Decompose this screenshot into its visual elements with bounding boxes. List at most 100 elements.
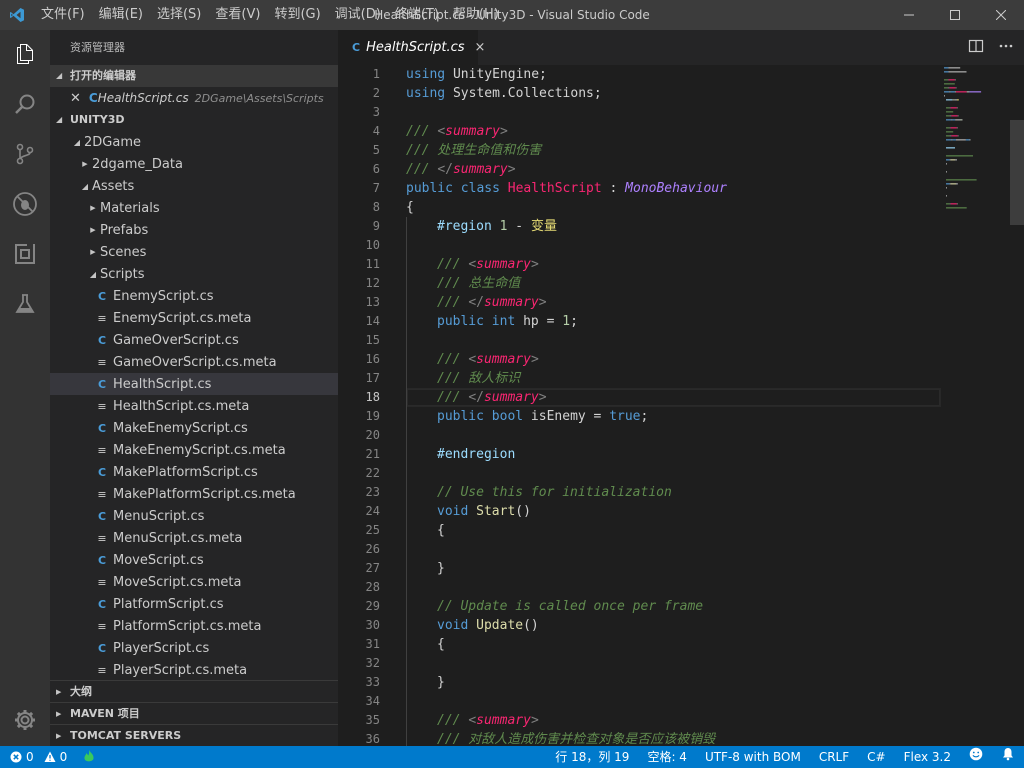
tree-file[interactable]: ≡ PlayerScript.cs.meta (50, 659, 338, 681)
indent-guide (406, 483, 407, 502)
minimap-line (946, 163, 947, 165)
menu-item-6[interactable]: 终端(T) (388, 0, 446, 30)
code-token: /// 处理生命值和伤害 (406, 143, 542, 158)
line-number: 26 (365, 542, 380, 556)
line-number: 4 (372, 124, 380, 138)
tree-item-label: Scenes (100, 244, 147, 260)
minimap[interactable] (942, 65, 1012, 215)
gear-icon[interactable] (0, 696, 50, 744)
line-number: 30 (365, 618, 380, 632)
tree-file[interactable]: ≡ MoveScript.cs.meta (50, 571, 338, 593)
notifications-bell-icon[interactable] (992, 746, 1024, 768)
cursor-position[interactable]: 行 18，列 19 (546, 746, 638, 768)
code-editor[interactable]: 1 2 3 4 5 6 7 8 9 10 11 12 13 14 15 16 17 18 19 20 21 22 23 24 2… (338, 65, 1024, 746)
code-area[interactable]: using UnityEngine; using System.Collectio… (406, 65, 942, 746)
tree-folder[interactable]: ▶ 2dgame_Data (50, 153, 338, 175)
code-line: /// </summary> (437, 293, 547, 312)
tree-file[interactable]: C MakePlatformScript.cs (50, 461, 338, 483)
tree-file[interactable]: ≡ GameOverScript.cs.meta (50, 351, 338, 373)
maximize-button[interactable] (932, 0, 978, 30)
collapsed-section-header[interactable]: ▶ TOMCAT SERVERS (50, 724, 338, 746)
source-control-icon[interactable] (0, 130, 50, 178)
indent-guide (406, 464, 407, 483)
workspace-header[interactable]: ◢ UNITY3D (50, 109, 338, 131)
tree-file[interactable]: C PlatformScript.cs (50, 593, 338, 615)
menu-item-3[interactable]: 查看(V) (208, 0, 267, 30)
indent-guide (406, 692, 407, 711)
tree-folder[interactable]: ◢ 2DGame (50, 131, 338, 153)
code-token: < (468, 713, 477, 728)
line-number: 34 (365, 694, 380, 708)
language-mode[interactable]: C# (858, 746, 894, 768)
tree-file[interactable]: ≡ HealthScript.cs.meta (50, 395, 338, 417)
minimap-line (946, 183, 950, 185)
problems-indicator[interactable]: 0 0 (10, 750, 67, 764)
close-window-button[interactable] (978, 0, 1024, 30)
menu-item-1[interactable]: 编辑(E) (92, 0, 150, 30)
tree-file[interactable]: ≡ MenuScript.cs.meta (50, 527, 338, 549)
tree-file[interactable]: ≡ MakeEnemyScript.cs.meta (50, 439, 338, 461)
tree-folder[interactable]: ▶ Prefabs (50, 219, 338, 241)
tree-file[interactable]: C PlayerScript.cs (50, 637, 338, 659)
flame-icon[interactable] (83, 749, 95, 766)
code-token: < (437, 124, 446, 139)
menu-item-7[interactable]: 帮助(H) (446, 0, 506, 30)
tree-folder[interactable]: ◢ Scripts (50, 263, 338, 285)
explorer-icon[interactable] (0, 30, 50, 78)
collapsed-section-header[interactable]: ▶ MAVEN 项目 (50, 702, 338, 724)
tree-item-label: PlayerScript.cs.meta (113, 662, 248, 678)
tree-file[interactable]: C MakeEnemyScript.cs (50, 417, 338, 439)
line-number: 33 (365, 675, 380, 689)
indentation[interactable]: 空格: 4 (638, 746, 696, 768)
debug-icon[interactable] (0, 180, 50, 228)
tree-folder[interactable]: ◢ Assets (50, 175, 338, 197)
code-line: /// 处理生命值和伤害 (406, 141, 541, 160)
code-token: </ (437, 162, 453, 177)
tab-close-button[interactable]: × (475, 40, 486, 55)
workspace-label: UNITY3D (70, 113, 125, 126)
tree-file[interactable]: C GameOverScript.cs (50, 329, 338, 351)
tree-file[interactable]: C HealthScript.cs (50, 373, 338, 395)
more-actions-icon[interactable] (998, 38, 1014, 58)
flex-version[interactable]: Flex 3.2 (895, 746, 960, 768)
indent-guide (406, 730, 407, 746)
tree-file[interactable]: ≡ PlatformScript.cs.meta (50, 615, 338, 637)
search-icon[interactable] (0, 80, 50, 128)
menu-item-4[interactable]: 转到(G) (267, 0, 327, 30)
test-flask-icon[interactable] (0, 280, 50, 328)
feedback-smiley-icon[interactable] (960, 746, 992, 768)
file-encoding[interactable]: UTF-8 with BOM (696, 746, 810, 768)
close-icon[interactable]: ✕ (70, 91, 81, 106)
tab-healthscript[interactable]: C HealthScript.cs × (338, 30, 485, 65)
extensions-icon[interactable] (0, 230, 50, 278)
tree-file[interactable]: C EnemyScript.cs (50, 285, 338, 307)
open-editor-item[interactable]: ✕ C HealthScript.cs 2DGame\Assets\Script… (50, 87, 338, 109)
end-of-line[interactable]: CRLF (810, 746, 858, 768)
minimap-line (946, 171, 947, 173)
minimize-button[interactable] (886, 0, 932, 30)
minimap-line (948, 79, 955, 81)
collapsed-section-header[interactable]: ▶ 大纲 (50, 680, 338, 702)
tree-folder[interactable]: ▶ Materials (50, 197, 338, 219)
minimap-line (952, 119, 956, 121)
line-number: 18 (365, 390, 380, 404)
tree-folder[interactable]: ▶ Scenes (50, 241, 338, 263)
tree-file[interactable]: ≡ MakePlatformScript.cs.meta (50, 483, 338, 505)
code-line: // Update is called once per frame (437, 597, 703, 616)
code-token: /// 总生命值 (437, 276, 521, 291)
menu-item-0[interactable]: 文件(F) (34, 0, 92, 30)
menu-item-5[interactable]: 调试(D) (328, 0, 388, 30)
code-line: public class HealthScript : MonoBehaviou… (406, 179, 727, 198)
open-editors-header[interactable]: ◢ 打开的编辑器 (50, 65, 338, 87)
tree-file[interactable]: ≡ EnemyScript.cs.meta (50, 307, 338, 329)
chevron-down-icon: ◢ (89, 269, 97, 279)
tree-file[interactable]: C MenuScript.cs (50, 505, 338, 527)
meta-file-icon: ≡ (97, 399, 107, 413)
editor-scrollbar[interactable] (1010, 65, 1024, 746)
code-token: { (437, 523, 445, 538)
split-editor-icon[interactable] (968, 38, 984, 58)
tree-file[interactable]: C MoveScript.cs (50, 549, 338, 571)
code-line: /// 敌人标识 (437, 369, 520, 388)
scrollbar-thumb[interactable] (1010, 120, 1024, 225)
menu-item-2[interactable]: 选择(S) (150, 0, 208, 30)
